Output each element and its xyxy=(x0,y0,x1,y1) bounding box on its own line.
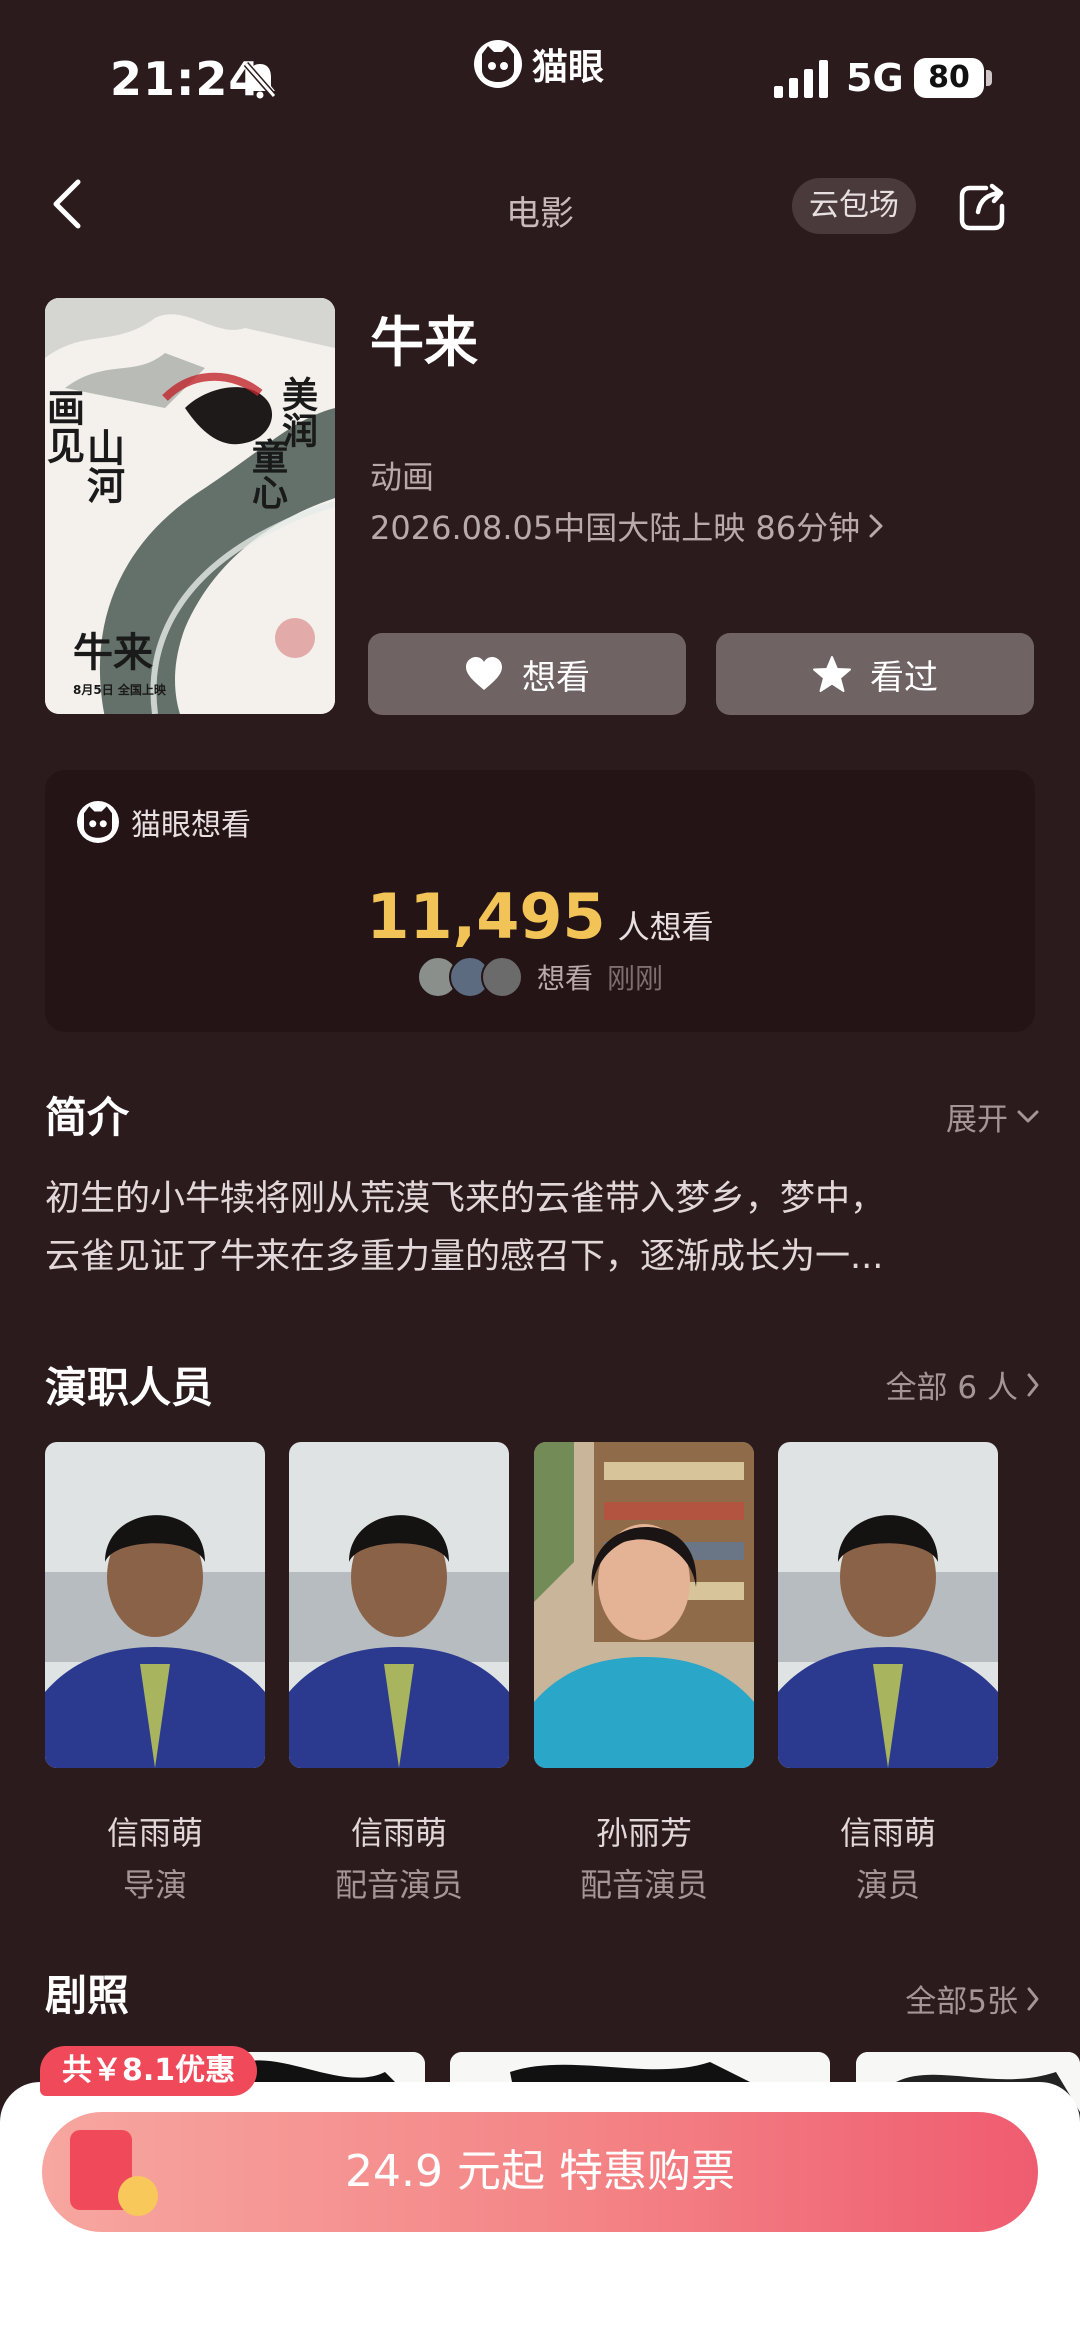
avatar xyxy=(480,956,523,998)
signal-icon xyxy=(774,60,828,98)
cast-role: 导演 xyxy=(122,1866,187,1904)
chevron-right-icon xyxy=(1027,1373,1039,1396)
want-button-label: 想看 xyxy=(522,657,590,698)
movie-title: 牛来 xyxy=(370,311,478,374)
want-count-unit: 人想看 xyxy=(617,908,714,946)
network-type: 5G xyxy=(846,56,904,100)
release-text: 2026.08.05中国大陆上映 86分钟 xyxy=(370,509,861,547)
synopsis-text[interactable]: 初生的小牛犊将刚从荒漠飞来的云雀带入梦乡，梦中， 云雀见证了牛来在多重力量的感召… xyxy=(45,1170,1035,1286)
cast-name: 信雨萌 xyxy=(839,1814,936,1852)
cast-role: 演员 xyxy=(855,1866,920,1904)
cast-role: 配音演员 xyxy=(334,1866,463,1904)
cast-role: 配音演员 xyxy=(579,1866,708,1904)
stills-more-label: 全部5张 xyxy=(905,1984,1018,2020)
recent-activity: 想看 刚刚 xyxy=(45,956,1035,998)
intro-expand-button[interactable]: 展开 xyxy=(946,1094,1040,1139)
want-count: 11,495 xyxy=(366,880,606,953)
card-title: 猫眼想看 xyxy=(131,808,251,843)
poster-calligraphy-left-2: 山河 xyxy=(81,428,126,504)
movie-genre: 动画 xyxy=(370,458,435,496)
poster-calligraphy-right-2: 童心 xyxy=(246,437,288,510)
release-info[interactable]: 2026.08.05中国大陆上映 86分钟 xyxy=(370,503,884,549)
activity-label: 想看 xyxy=(536,962,593,995)
maoyan-logo-icon xyxy=(474,40,522,88)
cast-photo[interactable] xyxy=(778,1442,998,1768)
cast-photo[interactable] xyxy=(45,1442,265,1768)
app-name: 猫眼 xyxy=(532,47,605,88)
cast-photo[interactable] xyxy=(534,1442,754,1768)
cloud-booking-button[interactable]: 云包场 xyxy=(792,178,916,234)
seen-button-label: 看过 xyxy=(870,657,938,698)
synopsis-line: 云雀见证了牛来在多重力量的感召下，逐渐成长为一... xyxy=(45,1237,884,1277)
cast-name: 信雨萌 xyxy=(106,1814,203,1852)
star-icon xyxy=(813,656,851,692)
card-header: 猫眼想看 xyxy=(77,800,251,844)
poster-date: 8月5日 全国上映 xyxy=(73,682,167,697)
want-count-card: 猫眼想看 11,495 人想看 想看 刚刚 xyxy=(45,770,1035,1032)
stills-more-link[interactable]: 全部5张 xyxy=(905,1976,1040,2021)
watched-button[interactable]: 看过 xyxy=(716,633,1034,715)
nav-title: 电影 xyxy=(506,194,574,234)
app-badge: 猫眼 xyxy=(474,36,604,92)
cast-more-label: 全部 6 人 xyxy=(885,1370,1018,1406)
avatar-stack xyxy=(416,956,523,998)
share-icon[interactable] xyxy=(956,182,1008,234)
chevron-right-icon xyxy=(1027,1987,1039,2010)
cast-more-link[interactable]: 全部 6 人 xyxy=(886,1362,1040,1407)
heart-icon xyxy=(466,657,502,690)
poster-title: 牛来 xyxy=(73,629,153,676)
chevron-down-icon xyxy=(1017,1110,1039,1122)
cast-name: 孙丽芳 xyxy=(595,1814,692,1852)
discount-badge: 共￥8.1优惠 xyxy=(40,2046,258,2096)
expand-label: 展开 xyxy=(946,1102,1008,1138)
battery-tip xyxy=(986,70,992,86)
want-to-watch-button[interactable]: 想看 xyxy=(368,633,686,715)
battery-icon: 80 xyxy=(914,58,984,98)
cast-title: 演职人员 xyxy=(45,1363,214,1412)
movie-poster[interactable]: 画见 山河 美润 童心 牛来 8月5日 全国上映 xyxy=(45,298,335,714)
intro-title: 简介 xyxy=(45,1093,130,1142)
poster-calligraphy-left: 画见 xyxy=(45,388,86,464)
count-row: 11,495 人想看 xyxy=(45,880,1035,953)
cast-photo[interactable] xyxy=(289,1442,509,1768)
maoyan-logo-icon xyxy=(77,801,119,843)
bell-muted-icon xyxy=(243,62,277,99)
activity-time: 刚刚 xyxy=(607,962,664,995)
chevron-right-icon xyxy=(869,514,883,538)
synopsis-line: 初生的小牛犊将刚从荒漠飞来的云雀带入梦乡，梦中， xyxy=(45,1179,886,1219)
status-time: 21:24 xyxy=(110,52,262,106)
buy-ticket-label: 24.9 元起 特惠购票 xyxy=(345,2146,735,2197)
cast-name: 信雨萌 xyxy=(350,1814,447,1852)
stills-title: 剧照 xyxy=(45,1971,130,2020)
